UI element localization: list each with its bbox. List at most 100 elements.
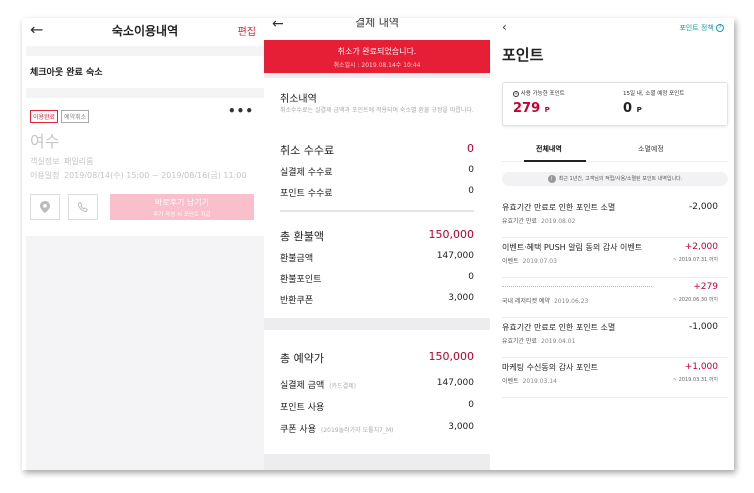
booking-total-value: 150,000 bbox=[428, 350, 475, 363]
expire-unit: P bbox=[636, 106, 642, 114]
expire-label: 15일 내, 소멸 예정 포인트 bbox=[623, 91, 685, 97]
list-item[interactable]: 국내 레저티켓 예약 2019.06.23 +279 ~ 2020.06.30 까… bbox=[502, 278, 728, 318]
item-name: 유효기간 만료로 인한 포인트 소멸 bbox=[502, 323, 616, 332]
stay-card[interactable]: 이용완료 예약취소 ••• 여수 객실정보 패밀리룸 이용일정 2019/08/14… bbox=[26, 98, 264, 236]
return-coupon-row: 반환쿠폰 3,000 bbox=[280, 293, 474, 306]
item-type: 이벤트 bbox=[502, 378, 519, 385]
room-value: 패밀리룸 bbox=[64, 157, 94, 166]
refund-point-row: 환불포인트 0 bbox=[280, 272, 474, 285]
page-title: 결제 내역 bbox=[355, 18, 399, 29]
real-fee-label: 실결제 수수료 bbox=[280, 168, 333, 178]
edit-button[interactable]: 편집 bbox=[238, 23, 256, 38]
available-point: + 사용 가능한 포인트 279 P bbox=[513, 89, 565, 116]
list-item[interactable]: 유효기간 만료로 인한 포인트 소멸 유효기간 만료 2019.08.02 -2,… bbox=[502, 198, 728, 238]
cancel-fee-value: 0 bbox=[467, 142, 474, 155]
refund-amount-row: 환불금액 147,000 bbox=[280, 251, 474, 264]
item-date: 2019.03.14 bbox=[522, 378, 557, 385]
refund-total-label: 총 환불액 bbox=[280, 230, 324, 243]
payment-history-panel: ← 결제 내역 취소가 완료되었습니다. 취소일시 : 2019.08.14수 … bbox=[264, 18, 490, 470]
real-fee-value: 0 bbox=[468, 165, 474, 175]
point-policy-label: 포인트 정책 bbox=[679, 24, 714, 32]
item-amount: +279 bbox=[693, 282, 718, 292]
point-use-label: 포인트 사용 bbox=[280, 403, 325, 413]
call-button[interactable] bbox=[68, 194, 98, 220]
divider bbox=[280, 210, 474, 212]
tab-expire-scheduled[interactable]: 소멸예정 bbox=[638, 144, 664, 154]
item-expire: ~ 2020.06.30 까지 bbox=[672, 297, 718, 303]
banner-title: 취소가 완료되었습니다. bbox=[337, 47, 417, 56]
point-policy-link[interactable]: 포인트 정책 ? bbox=[679, 23, 724, 33]
refund-point-value: 0 bbox=[468, 272, 474, 282]
tab-all-history[interactable]: 전체내역 bbox=[536, 144, 562, 154]
write-review-button[interactable]: 바로후기 남기기 후기 작성 시 포인트 지급 bbox=[110, 194, 254, 220]
stay-dates: 이용일정 2019/08/14(수) 15:00 ~ 2019/08/16(금) … bbox=[30, 170, 246, 181]
status-badge-used: 이용완료 bbox=[30, 110, 59, 123]
info-icon: i bbox=[547, 174, 556, 183]
item-amount: +1,000 bbox=[684, 362, 718, 372]
plus-circle-icon: + bbox=[513, 91, 519, 97]
available-unit: P bbox=[544, 106, 550, 114]
refund-total-value: 150,000 bbox=[428, 228, 475, 241]
real-fee-row: 실결제 수수료 0 bbox=[280, 165, 474, 178]
coupon-use-row: 쿠폰 사용 (2019놀러가자 도톨치7_M) 3,000 bbox=[280, 422, 474, 435]
coupon-use-value: 3,000 bbox=[448, 422, 474, 432]
list-item[interactable]: 유효기간 만료로 인한 포인트 소멸 유효기간 만료 2019.04.01 -1,… bbox=[502, 318, 728, 358]
item-date: 2019.08.02 bbox=[541, 218, 576, 225]
booking-total-row: 총 예약가 150,000 bbox=[280, 350, 474, 366]
refund-total-row: 총 환불액 150,000 bbox=[280, 228, 474, 244]
review-button-label: 바로후기 남기기 bbox=[154, 198, 210, 207]
stay-history-panel: ← 숙소이용내역 편집 체크아웃 완료 숙소 이용완료 예약취소 ••• 여수 … bbox=[26, 18, 264, 470]
stay-city: 여수 bbox=[30, 132, 60, 151]
point-fee-value: 0 bbox=[468, 186, 474, 196]
point-tabs: 전체내역 소멸예정 bbox=[502, 140, 728, 162]
page-title: 숙소이용내역 bbox=[111, 24, 179, 38]
paid-label: 실결제 금액 bbox=[280, 381, 325, 391]
point-summary-box: + 사용 가능한 포인트 279 P 15일 내, 소멸 예정 포인트 0 P bbox=[502, 82, 728, 126]
review-button-sub: 후기 작성 시 포인트 지급 bbox=[153, 212, 211, 218]
available-label: 사용 가능한 포인트 bbox=[520, 91, 565, 97]
item-amount: +2,000 bbox=[684, 242, 718, 252]
return-coupon-label: 반환쿠폰 bbox=[280, 296, 314, 306]
refund-point-label: 환불포인트 bbox=[280, 275, 322, 285]
expiring-point: 15일 내, 소멸 예정 포인트 0 P bbox=[623, 89, 684, 116]
room-info: 객실정보 패밀리룸 bbox=[30, 156, 93, 167]
point-use-row: 포인트 사용 0 bbox=[280, 400, 474, 413]
item-name: 이벤트·혜택 PUSH 알림 동의 감사 이벤트 bbox=[502, 243, 643, 252]
more-icon[interactable]: ••• bbox=[228, 104, 254, 118]
obscured-text bbox=[502, 286, 652, 287]
item-type: 국내 레저티켓 예약 bbox=[502, 298, 550, 305]
refund-amount-label: 환불금액 bbox=[280, 254, 314, 264]
cancel-section-title: 취소내역 bbox=[280, 94, 317, 105]
point-use-value: 0 bbox=[468, 400, 474, 410]
dates-label: 이용일정 bbox=[30, 171, 60, 180]
item-type: 유효기간 만료 bbox=[502, 338, 538, 345]
coupon-use-label: 쿠폰 사용 bbox=[280, 425, 316, 435]
point-fee-row: 포인트 수수료 0 bbox=[280, 186, 474, 199]
payment-header: ← 결제 내역 bbox=[264, 18, 490, 40]
item-type: 유효기간 만료 bbox=[502, 218, 538, 225]
item-date: 2019.07.03 bbox=[522, 258, 557, 265]
cancel-fee-row: 취소 수수료 0 bbox=[280, 142, 474, 158]
room-label: 객실정보 bbox=[30, 157, 60, 166]
booking-total-label: 총 예약가 bbox=[280, 352, 324, 365]
paid-row: 실결제 금액 (카드결제) 147,000 bbox=[280, 378, 474, 391]
help-icon: ? bbox=[716, 24, 724, 32]
item-expire: ~ 2019.07.31 까지 bbox=[672, 257, 718, 263]
dates-value: 2019/08/14(수) 15:00 ~ 2019/08/16(금) 11:0… bbox=[64, 171, 247, 180]
list-item[interactable]: 마케팅 수신동의 감사 포인트 이벤트 2019.03.14 +1,000 ~ 2… bbox=[502, 358, 728, 398]
item-amount: -1,000 bbox=[688, 322, 718, 332]
paid-sub: (카드결제) bbox=[329, 383, 357, 390]
phone-icon bbox=[77, 201, 88, 212]
map-button[interactable] bbox=[30, 194, 60, 220]
left-chevron-icon[interactable]: ‹ bbox=[502, 20, 507, 34]
cancel-description: 취소수수료는 실결제 금액과 포인트에 적용되며 숙소별 환불 규정을 따릅니다… bbox=[280, 107, 474, 114]
list-item[interactable]: 이벤트·혜택 PUSH 알림 동의 감사 이벤트 이벤트 2019.07.03 +… bbox=[502, 238, 728, 278]
cancel-complete-banner: 취소가 완료되었습니다. 취소일시 : 2019.08.14수 10:44 bbox=[264, 40, 490, 73]
item-name: 유효기간 만료로 인한 포인트 소멸 bbox=[502, 203, 616, 212]
return-coupon-value: 3,000 bbox=[448, 293, 474, 303]
available-value: 279 bbox=[513, 101, 541, 116]
refund-amount-value: 147,000 bbox=[436, 251, 474, 261]
screenshot-frame: ← 숙소이용내역 편집 체크아웃 완료 숙소 이용완료 예약취소 ••• 여수 … bbox=[22, 18, 734, 470]
item-expire: ~ 2019.03.31 까지 bbox=[672, 377, 718, 383]
stay-history-header: ← 숙소이용내역 편집 bbox=[26, 18, 264, 46]
